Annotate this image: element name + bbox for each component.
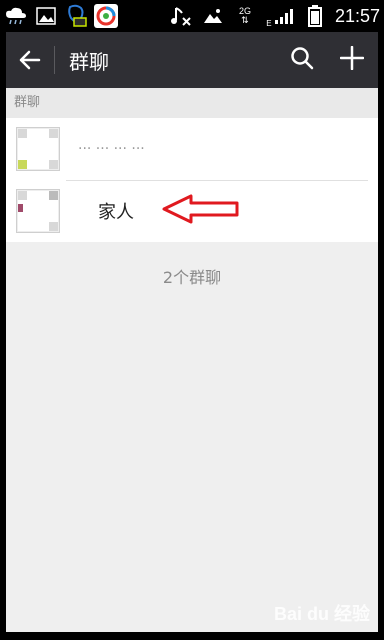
network-sub-label: E (266, 19, 272, 28)
title-divider (54, 46, 55, 74)
signal-icon: E (265, 4, 295, 28)
image-icon (201, 4, 225, 28)
status-bar-system: 2G ⇅ E 21:57 (169, 4, 380, 28)
annotation-arrow-icon (162, 194, 239, 224)
status-bar-notifications (4, 4, 118, 28)
qq-message-icon (64, 4, 88, 28)
group-row[interactable]: 家人 (6, 180, 378, 242)
battery-icon (303, 4, 327, 28)
group-list: ··· ··· ··· ··· 家人 (6, 118, 378, 242)
group-name: 家人 (98, 202, 134, 223)
group-list-screen: 群聊 ··· ··· ··· ··· 家人 2个群聊 (6, 88, 378, 632)
gallery-icon (34, 4, 58, 28)
plus-icon (339, 45, 365, 71)
group-name: ··· ··· ··· ··· (78, 141, 145, 157)
title-bar: 群聊 (6, 32, 378, 88)
network-type: 2G ⇅ (233, 4, 257, 28)
group-row[interactable]: ··· ··· ··· ··· (6, 118, 378, 180)
network-type-label: 2G (238, 6, 251, 16)
status-bar: 2G ⇅ E 21:57 (0, 0, 384, 32)
group-avatar (16, 127, 60, 171)
add-button[interactable] (339, 45, 365, 74)
back-button[interactable] (6, 32, 54, 88)
section-header: 群聊 (6, 88, 378, 118)
cloud-rain-icon (4, 4, 28, 28)
title-actions (290, 45, 365, 74)
baidu-watermark-logo: Bai du 经验 (273, 604, 370, 624)
clock: 21:57 (334, 5, 380, 26)
app-notification-icon (94, 4, 118, 28)
data-arrows-icon: ⇅ (241, 16, 249, 26)
music-mute-icon (169, 4, 193, 28)
group-avatar (16, 189, 60, 233)
arrow-left-icon (19, 50, 41, 70)
phone-screen: 2G ⇅ E 21:57 群聊 群聊 ··· ··· ··· ··· 家人 2个… (0, 0, 384, 640)
search-icon (291, 47, 314, 70)
search-button[interactable] (290, 46, 314, 74)
page-title: 群聊 (69, 49, 109, 74)
group-count: 2个群聊 (162, 268, 222, 287)
